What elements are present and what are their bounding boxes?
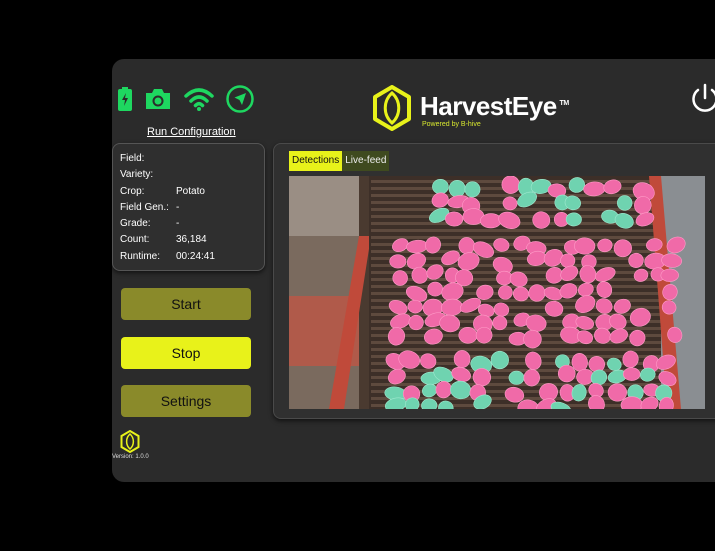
- version-label: Version: 1.0.0: [112, 454, 149, 460]
- info-row-grade: Grade: -: [120, 216, 264, 232]
- tab-detections[interactable]: Detections: [289, 151, 343, 171]
- tablet-screen: Run Configuration HarvestEye TM Powered …: [112, 59, 715, 482]
- potato-detection: [508, 370, 525, 385]
- potato-detection: [565, 212, 582, 227]
- potato-detection: [560, 253, 576, 268]
- wifi-icon: [184, 87, 214, 111]
- potato-detection: [464, 181, 481, 198]
- detection-video-feed: [289, 176, 705, 409]
- potato-detection: [389, 254, 407, 269]
- info-value: -: [176, 201, 180, 213]
- info-label: Variety:: [120, 169, 154, 181]
- tab-live-feed[interactable]: Live-feed: [342, 151, 390, 171]
- info-label: Runtime:: [120, 250, 161, 262]
- camera-icon: [144, 88, 172, 110]
- info-label: Field Gen.:: [120, 201, 169, 213]
- info-label: Field:: [120, 153, 145, 164]
- gps-icon: [226, 85, 254, 113]
- potato-detection: [453, 350, 471, 368]
- info-value: 36,184: [176, 234, 207, 246]
- potato-detection: [480, 213, 502, 229]
- info-value: 00:24:41: [176, 250, 215, 262]
- potato-detection: [444, 211, 464, 227]
- info-value: -: [176, 218, 180, 230]
- potato-detection: [458, 237, 475, 255]
- potato-detection: [458, 327, 478, 344]
- info-value: Potato: [176, 185, 205, 197]
- harvesteye-logo-icon: [372, 85, 412, 136]
- app-title: HarvestEye TM: [420, 91, 569, 121]
- potato-detection: [607, 383, 627, 402]
- conveyor-slat: [371, 208, 663, 211]
- info-row-count: Count: 36,184: [120, 232, 264, 248]
- video-panel: Detections Live-feed: [273, 143, 715, 419]
- start-button[interactable]: Start: [121, 288, 251, 320]
- potato-detection: [660, 268, 679, 282]
- info-row-field: Field:: [120, 151, 264, 167]
- info-label: Crop:: [120, 185, 145, 197]
- stop-button[interactable]: Stop: [121, 337, 251, 369]
- conveyor-slat: [371, 194, 663, 197]
- info-row-runtime: Runtime: 00:24:41: [120, 249, 264, 265]
- brand-header: HarvestEye TM Powered by B-hive: [372, 85, 569, 136]
- conveyor-image: [289, 176, 705, 409]
- run-configuration-link[interactable]: Run Configuration: [147, 126, 236, 138]
- info-row-variety: Variety:: [120, 167, 264, 183]
- power-button[interactable]: [689, 83, 715, 120]
- conveyor-slat: [371, 348, 663, 351]
- battery-icon: [118, 87, 132, 111]
- info-row-crop: Crop: Potato: [120, 184, 264, 200]
- potato-detection: [574, 237, 596, 255]
- potato-detection: [427, 281, 443, 297]
- conveyor-slat: [371, 229, 663, 232]
- app-name: HarvestEye: [420, 91, 557, 121]
- potato-detection: [622, 367, 641, 381]
- potato-detection: [432, 179, 449, 195]
- trademark: TM: [559, 100, 570, 107]
- info-label: Count:: [120, 234, 150, 246]
- info-label: Grade:: [120, 218, 151, 230]
- power-icon: [689, 83, 715, 119]
- status-bar: [118, 85, 266, 113]
- tagline: Powered by B-hive: [422, 121, 481, 128]
- settings-button[interactable]: Settings: [121, 385, 251, 417]
- info-row-field-gen: Field Gen.: -: [120, 200, 264, 216]
- run-info-panel: Field: Variety: Crop: Potato Field Gen.:…: [112, 143, 265, 271]
- view-tabs: Detections Live-feed: [289, 151, 390, 171]
